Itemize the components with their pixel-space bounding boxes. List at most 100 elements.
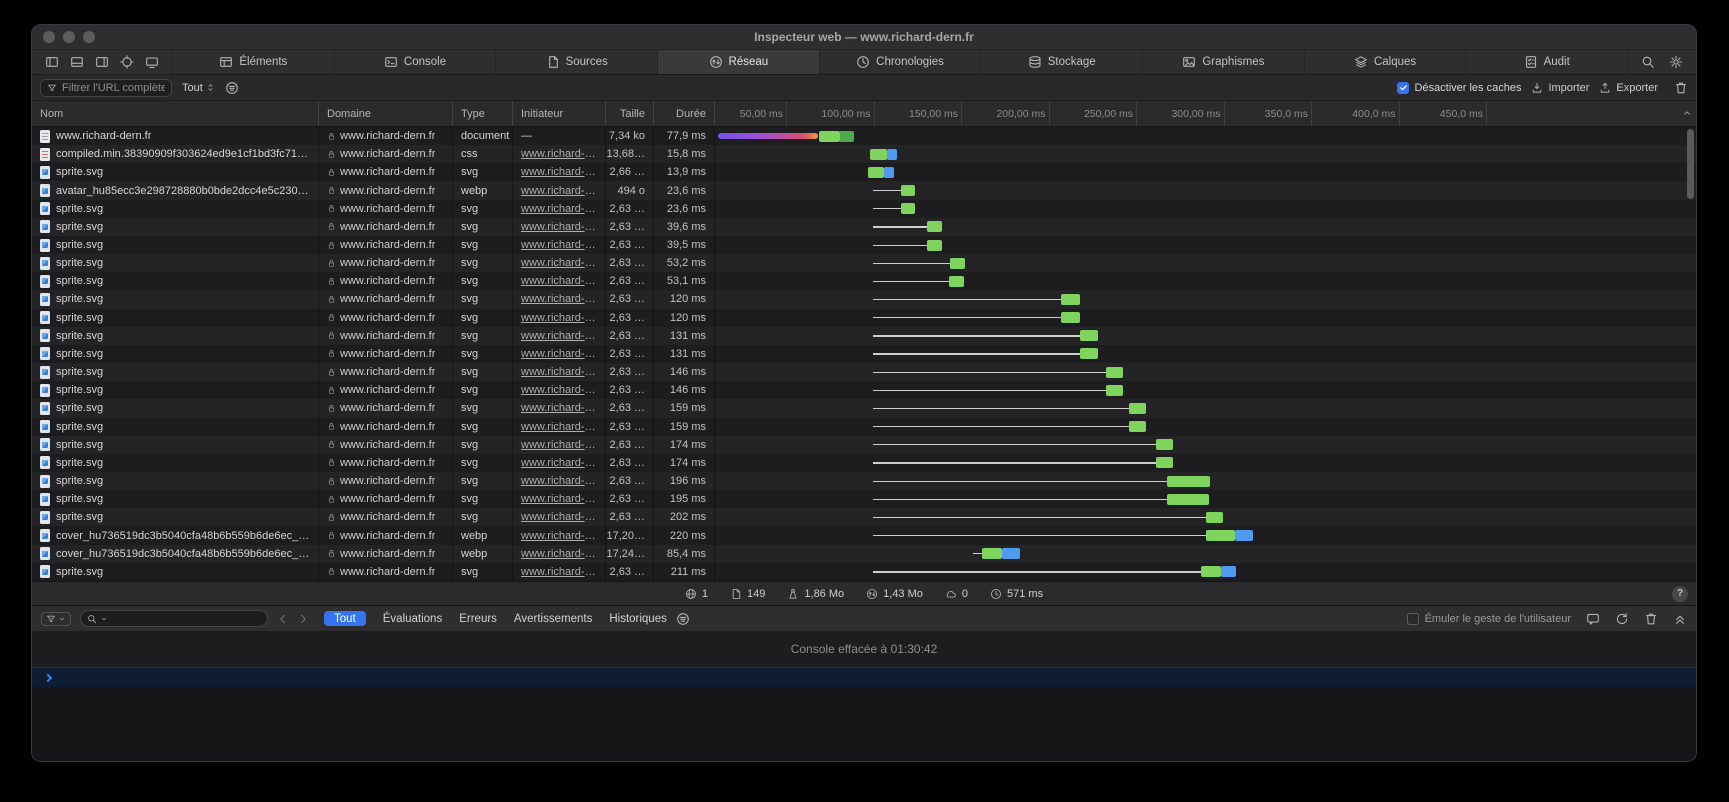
request-row[interactable]: www.richard-dern.frwww.richard-dern.frdo…	[32, 127, 1696, 145]
tab-audit[interactable]: Audit	[1465, 50, 1627, 74]
request-row[interactable]: sprite.svgwww.richard-dern.frsvgwww.rich…	[32, 345, 1696, 363]
request-row[interactable]: sprite.svgwww.richard-dern.frsvgwww.rich…	[32, 418, 1696, 436]
initiator-link[interactable]: www.richard-d…	[521, 257, 597, 269]
request-row[interactable]: sprite.svgwww.richard-dern.frsvgwww.rich…	[32, 309, 1696, 327]
disable-caches-toggle[interactable]: Désactiver les caches	[1397, 82, 1521, 94]
tab-network[interactable]: Réseau	[657, 50, 819, 74]
initiator-link[interactable]: www.richard-d…	[521, 275, 597, 287]
tab-console[interactable]: Console	[334, 50, 496, 74]
vertical-scrollbar[interactable]	[1687, 129, 1694, 199]
sidebar-left-icon[interactable]	[45, 55, 59, 69]
trash-icon[interactable]	[1674, 81, 1688, 95]
request-row[interactable]: sprite.svgwww.richard-dern.frsvgwww.rich…	[32, 236, 1696, 254]
initiator-link[interactable]: www.richard-d…	[521, 384, 597, 396]
panel-bottom-icon[interactable]	[70, 55, 84, 69]
initiator-link[interactable]: www.richard-d…	[521, 421, 597, 433]
request-row[interactable]: sprite.svgwww.richard-dern.frsvgwww.rich…	[32, 272, 1696, 290]
tab-layers[interactable]: Calques	[1304, 50, 1466, 74]
initiator-link[interactable]: www.richard-d…	[521, 203, 597, 215]
import-button[interactable]: Importer	[1531, 82, 1589, 94]
help-button[interactable]: ?	[1672, 586, 1688, 602]
request-row[interactable]: cover_hu736519dc3b5040cfa48b6b559b6de6ec…	[32, 526, 1696, 544]
console-filter-button[interactable]	[41, 612, 71, 626]
console-search-field[interactable]	[80, 610, 268, 627]
column-header-durée[interactable]: Durée	[654, 101, 715, 126]
url-filter-input[interactable]	[62, 82, 165, 94]
emulate-user-gesture-toggle[interactable]: Émuler le geste de l'utilisateur	[1407, 613, 1571, 625]
device-icon[interactable]	[145, 55, 159, 69]
column-header-initiateur[interactable]: Initiateur	[513, 101, 606, 126]
console-tab-historiques[interactable]: Historiques	[609, 613, 667, 625]
circle-filter-icon[interactable]	[676, 612, 690, 626]
console-tab-tout[interactable]: Tout	[324, 611, 366, 626]
column-header-taille[interactable]: Taille	[606, 101, 654, 126]
collapse-icon[interactable]	[1673, 612, 1687, 626]
minimize-window-button[interactable]	[63, 31, 75, 43]
initiator-link[interactable]: www.richard-d…	[521, 330, 597, 342]
zoom-window-button[interactable]	[83, 31, 95, 43]
request-row[interactable]: sprite.svgwww.richard-dern.frsvgwww.rich…	[32, 327, 1696, 345]
bubble-icon[interactable]	[1586, 612, 1600, 626]
disable-caches-checkbox[interactable]	[1397, 82, 1409, 94]
request-row[interactable]: sprite.svgwww.richard-dern.frsvgwww.rich…	[32, 218, 1696, 236]
initiator-link[interactable]: www.richard-d…	[521, 148, 597, 160]
request-row[interactable]: sprite.svgwww.richard-dern.frsvgwww.rich…	[32, 254, 1696, 272]
console-tab-erreurs[interactable]: Erreurs	[459, 613, 497, 625]
tab-sources[interactable]: Sources	[495, 50, 657, 74]
tab-elements[interactable]: Éléments	[172, 50, 334, 74]
request-row[interactable]: sprite.svgwww.richard-dern.frsvgwww.rich…	[32, 508, 1696, 526]
request-row[interactable]: sprite.svgwww.richard-dern.frsvgwww.rich…	[32, 399, 1696, 417]
resource-type-select[interactable]: Tout	[182, 82, 215, 94]
titlebar[interactable]: Inspecteur web — www.richard-dern.fr	[32, 25, 1696, 49]
console-tab-avertissements[interactable]: Avertissements	[514, 613, 592, 625]
initiator-link[interactable]: www.richard-d…	[521, 493, 597, 505]
request-row[interactable]: sprite.svgwww.richard-dern.frsvgwww.rich…	[32, 163, 1696, 181]
initiator-link[interactable]: www.richard-d…	[521, 366, 597, 378]
request-row[interactable]: sprite.svgwww.richard-dern.frsvgwww.rich…	[32, 200, 1696, 218]
chevron-left-icon[interactable]	[277, 613, 289, 625]
initiator-link[interactable]: www.richard-d…	[521, 239, 597, 251]
initiator-link[interactable]: www.richard-d…	[521, 221, 597, 233]
close-window-button[interactable]	[43, 31, 55, 43]
request-row[interactable]: sprite.svgwww.richard-dern.frsvgwww.rich…	[32, 363, 1696, 381]
initiator-link[interactable]: www.richard-d…	[521, 566, 597, 578]
chevron-right-icon[interactable]	[297, 613, 309, 625]
column-header-type[interactable]: Type	[453, 101, 513, 126]
request-row[interactable]: compiled.min.38390909f303624ed9e1cf1bd3f…	[32, 145, 1696, 163]
circle-filter-icon[interactable]	[225, 81, 239, 95]
request-row[interactable]: sprite.svgwww.richard-dern.frsvgwww.rich…	[32, 563, 1696, 581]
initiator-link[interactable]: www.richard-d…	[521, 439, 597, 451]
initiator-link[interactable]: www.richard-d…	[521, 312, 597, 324]
console-search-input[interactable]	[111, 613, 261, 625]
request-row[interactable]: sprite.svgwww.richard-dern.frsvgwww.rich…	[32, 490, 1696, 508]
initiator-link[interactable]: www.richard-d…	[521, 511, 597, 523]
column-header-nom[interactable]: Nom	[32, 101, 319, 126]
initiator-link[interactable]: www.richard-d…	[521, 475, 597, 487]
reload-icon[interactable]	[1615, 612, 1629, 626]
console-tab-évaluations[interactable]: Évaluations	[383, 613, 442, 625]
initiator-link[interactable]: www.richard-d…	[521, 457, 597, 469]
initiator-link[interactable]: www.richard-d…	[521, 166, 597, 178]
tab-storage[interactable]: Stockage	[980, 50, 1142, 74]
request-row[interactable]: sprite.svgwww.richard-dern.frsvgwww.rich…	[32, 454, 1696, 472]
emulate-user-gesture-checkbox[interactable]	[1407, 613, 1419, 625]
target-icon[interactable]	[120, 55, 134, 69]
initiator-link[interactable]: www.richard-d…	[521, 348, 597, 360]
export-button[interactable]: Exporter	[1599, 82, 1658, 94]
initiator-link[interactable]: www.richard-d…	[521, 293, 597, 305]
initiator-link[interactable]: www.richard-d…	[521, 548, 597, 560]
initiator-link[interactable]: www.richard-d…	[521, 530, 597, 542]
console-prompt[interactable]	[32, 667, 1696, 687]
initiator-link[interactable]: www.richard-d…	[521, 185, 597, 197]
request-row[interactable]: sprite.svgwww.richard-dern.frsvgwww.rich…	[32, 436, 1696, 454]
request-row[interactable]: avatar_hu85ecc3e298728880b0bde2dcc4e5c23…	[32, 181, 1696, 199]
search-icon[interactable]	[1641, 55, 1655, 69]
request-row[interactable]: sprite.svgwww.richard-dern.frsvgwww.rich…	[32, 472, 1696, 490]
request-row[interactable]: sprite.svgwww.richard-dern.frsvgwww.rich…	[32, 290, 1696, 308]
request-row[interactable]: cover_hu736519dc3b5040cfa48b6b559b6de6ec…	[32, 545, 1696, 563]
tab-graphics[interactable]: Graphismes	[1142, 50, 1304, 74]
column-header-domaine[interactable]: Domaine	[319, 101, 453, 126]
tab-timelines[interactable]: Chronologies	[819, 50, 981, 74]
gear-icon[interactable]	[1669, 55, 1683, 69]
chevron-up-icon[interactable]	[1682, 108, 1692, 118]
